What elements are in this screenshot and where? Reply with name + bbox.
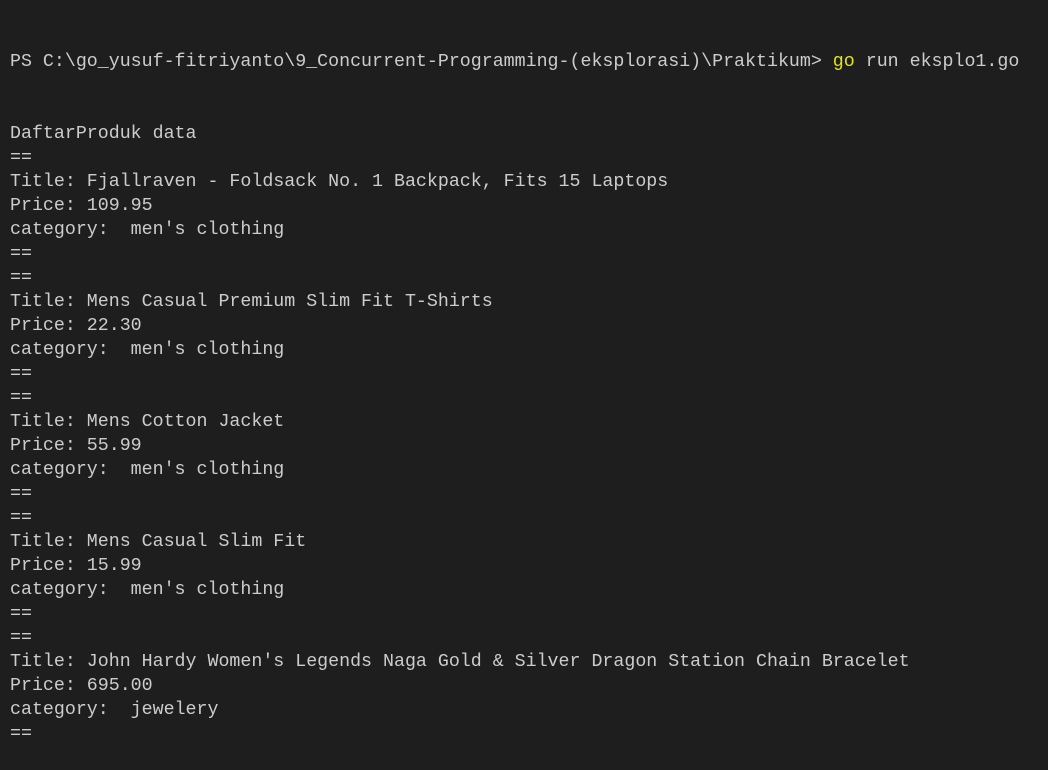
command-line: PS C:\go_yusuf-fitriyanto\9_Concurrent-P… (10, 50, 1019, 74)
output-line: Title: Fjallraven - Foldsack No. 1 Backp… (10, 172, 669, 192)
output-line: == (10, 628, 32, 648)
output-line: Title: Mens Casual Premium Slim Fit T-Sh… (10, 292, 493, 312)
output-line: == (10, 148, 32, 168)
output-line: Title: Mens Cotton Jacket (10, 412, 285, 432)
command-args: run eksplo1.go (854, 52, 1020, 72)
output-line: category: men's clothing (10, 460, 285, 480)
output-line: == (10, 388, 32, 408)
output-line: Title: John Hardy Women's Legends Naga G… (10, 652, 910, 672)
output-line: Title: Mens Casual Slim Fit (10, 532, 307, 552)
output-line: Price: 109.95 (10, 196, 153, 216)
output-line: DaftarProduk data (10, 124, 197, 144)
output-line: Price: 55.99 (10, 436, 142, 456)
output-line: == (10, 268, 32, 288)
output-line: == (10, 508, 32, 528)
prompt: PS C:\go_yusuf-fitriyanto\9_Concurrent-P… (10, 52, 833, 72)
output-line: == (10, 724, 32, 744)
output-line: category: jewelery (10, 700, 219, 720)
output-line: category: men's clothing (10, 580, 285, 600)
output-line: == (10, 484, 32, 504)
output-lines: DaftarProduk data == Title: Fjallraven - F… (10, 122, 1019, 746)
output-line: category: men's clothing (10, 220, 285, 240)
command-name: go (832, 52, 855, 72)
output-line: Price: 22.30 (10, 316, 142, 336)
output-line: == (10, 364, 32, 384)
output-line: == (10, 244, 32, 264)
output-line: Price: 695.00 (10, 676, 153, 696)
output-line: category: men's clothing (10, 340, 285, 360)
output-line: Price: 15.99 (10, 556, 142, 576)
output-line: == (10, 604, 32, 624)
